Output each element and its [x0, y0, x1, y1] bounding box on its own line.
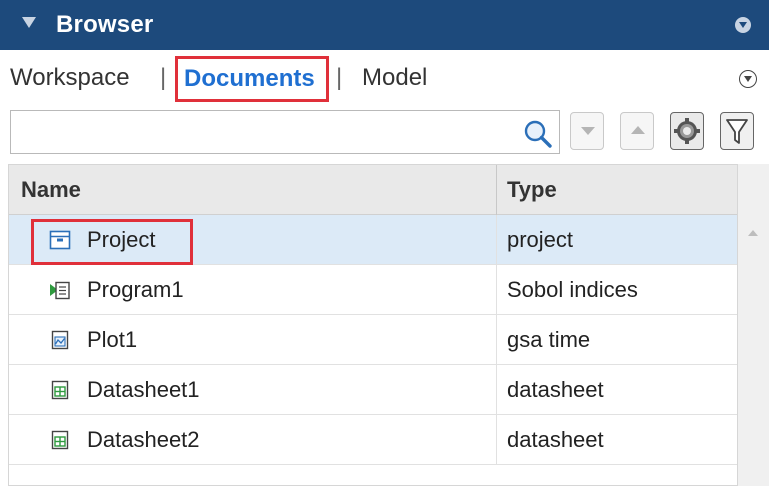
filter-icon — [726, 119, 748, 144]
vertical-scrollbar[interactable] — [738, 164, 769, 486]
datasheet-icon — [51, 430, 69, 450]
datasheet-icon — [51, 380, 69, 400]
row-type: datasheet — [507, 377, 604, 402]
collapse-arrow-icon[interactable] — [22, 17, 36, 28]
search-box — [10, 110, 560, 154]
settings-icon — [674, 118, 700, 144]
panel-menu-icon[interactable] — [735, 17, 751, 33]
tab-separator: | — [336, 64, 343, 91]
settings-button[interactable] — [670, 112, 704, 150]
browser-tabs: Workspace | Documents | Model — [0, 50, 769, 106]
row-type: project — [507, 227, 574, 252]
move-up-icon — [631, 126, 645, 134]
tab-model[interactable]: Model — [362, 64, 427, 92]
row-name: Datasheet2 — [87, 427, 200, 452]
cell-divider — [496, 365, 497, 415]
scroll-up-icon[interactable] — [748, 230, 758, 236]
table-header: Name Type — [9, 165, 737, 215]
plot-icon — [51, 330, 69, 350]
column-header-type[interactable]: Type — [507, 177, 557, 203]
column-header-name[interactable]: Name — [21, 177, 81, 203]
row-name: Plot1 — [87, 327, 138, 352]
table-row[interactable]: Plot1 gsa time — [9, 315, 737, 365]
column-divider[interactable] — [496, 165, 497, 215]
tabs-menu-icon[interactable] — [739, 70, 757, 88]
documents-table: Name Type Project project Program1 Sobol… — [8, 164, 738, 486]
table-row[interactable]: Program1 Sobol indices — [9, 265, 737, 315]
table-row[interactable]: Project project — [9, 215, 737, 265]
row-type: Sobol indices — [507, 277, 638, 302]
cell-divider — [496, 415, 497, 465]
annotation-highlight-box — [31, 219, 193, 265]
search-input[interactable] — [15, 119, 505, 145]
row-type: datasheet — [507, 427, 604, 452]
row-name: Program1 — [87, 277, 184, 302]
tab-separator: | — [160, 64, 167, 91]
cell-divider — [496, 265, 497, 315]
tab-workspace[interactable]: Workspace — [10, 64, 130, 92]
program-icon — [50, 281, 70, 300]
tab-documents[interactable]: Documents — [175, 56, 329, 102]
panel-titlebar: Browser — [0, 0, 769, 50]
move-up-button[interactable] — [620, 112, 654, 150]
panel-title: Browser — [56, 11, 154, 38]
cell-divider — [496, 315, 497, 365]
table-row[interactable]: Datasheet1 datasheet — [9, 365, 737, 415]
row-name: Datasheet1 — [87, 377, 200, 402]
row-type: gsa time — [507, 327, 591, 352]
move-down-icon — [581, 127, 595, 135]
search-icon[interactable] — [523, 119, 553, 149]
cell-divider — [496, 215, 497, 265]
filter-button[interactable] — [720, 112, 754, 150]
move-down-button[interactable] — [570, 112, 604, 150]
table-row[interactable]: Datasheet2 datasheet — [9, 415, 737, 465]
search-toolbar — [0, 108, 769, 158]
